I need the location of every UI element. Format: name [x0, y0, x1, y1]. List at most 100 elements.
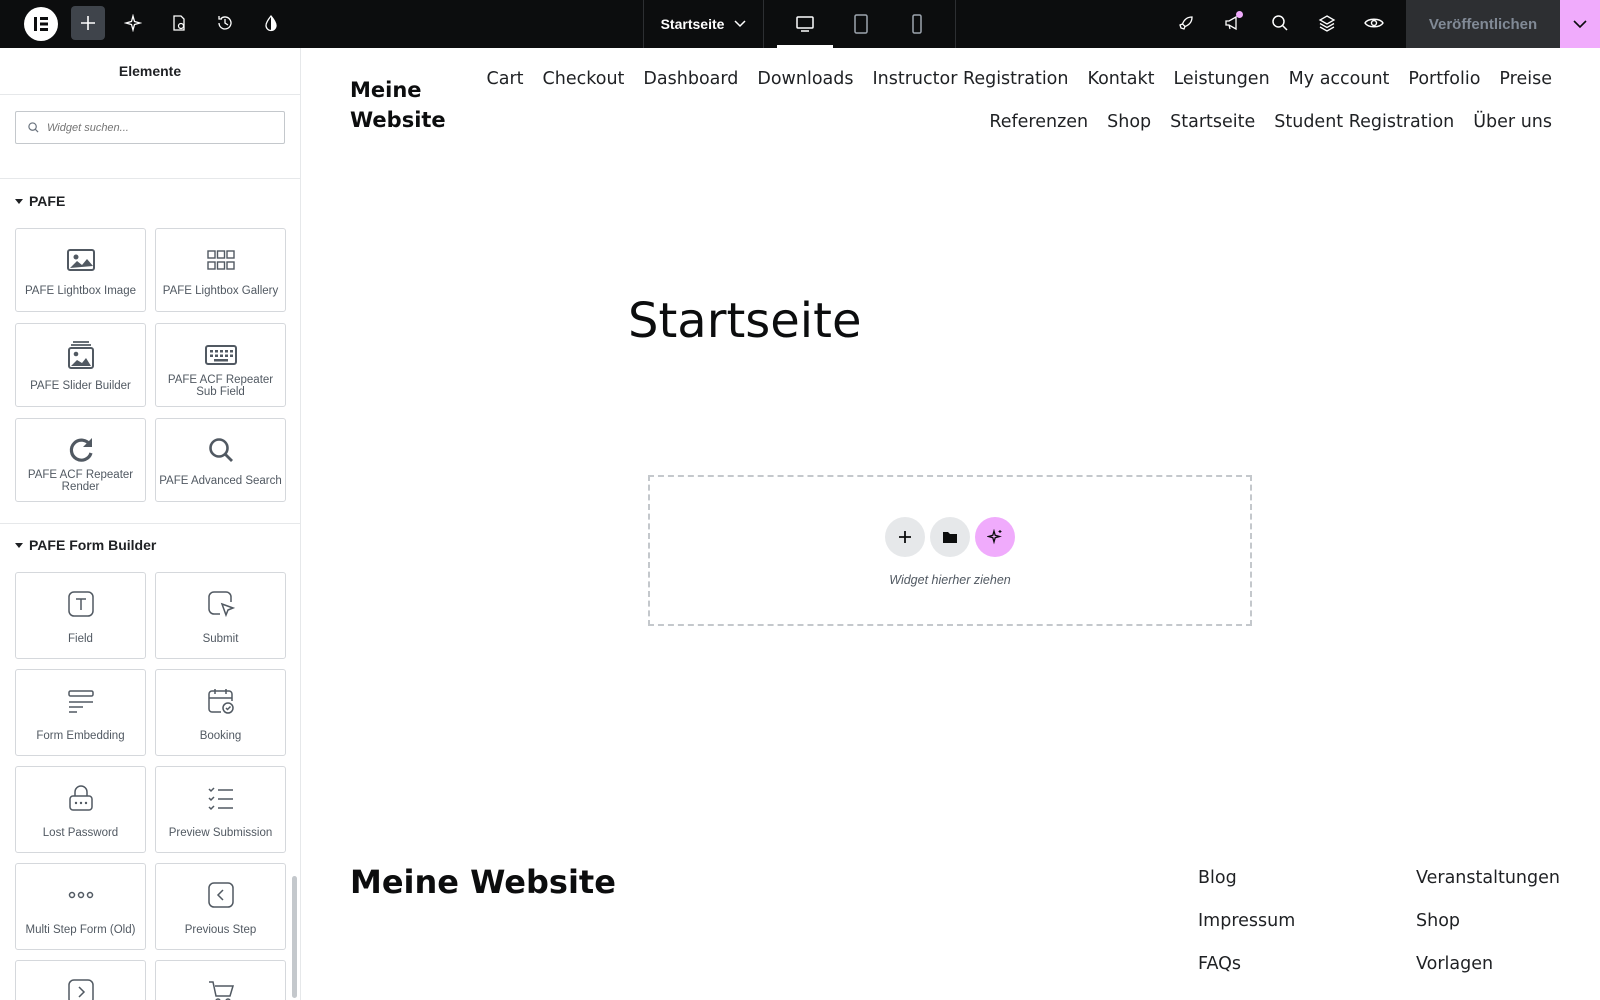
nav-item[interactable]: Shop — [1107, 112, 1151, 132]
preview-eye-icon[interactable] — [1357, 6, 1391, 40]
widget-booking[interactable]: Booking — [155, 669, 286, 756]
widget-label: PAFE Slider Builder — [30, 380, 131, 392]
footer-link[interactable]: Shop — [1416, 911, 1560, 931]
nav-item[interactable]: Portfolio — [1408, 69, 1480, 89]
widget-label: Submit — [202, 633, 239, 645]
structure-layers-icon[interactable] — [1310, 6, 1344, 40]
site-settings-drop-icon[interactable] — [254, 6, 288, 40]
widget-label: Booking — [199, 730, 242, 742]
category-pafe-form-builder-toggle[interactable]: PAFE Form Builder — [15, 537, 156, 553]
widget-pafe-acf-repeater-sub-field[interactable]: PAFE ACF Repeater Sub Field — [155, 323, 286, 407]
cart-icon — [208, 981, 234, 1000]
gallery-grid-icon — [206, 250, 235, 270]
widget-form-embedding[interactable]: Form Embedding — [15, 669, 146, 756]
desktop-icon — [796, 16, 814, 32]
chevron-down-icon — [1573, 19, 1587, 28]
widget-pafe-lightbox-image[interactable]: PAFE Lightbox Image — [15, 228, 146, 312]
add-element-button[interactable] — [71, 6, 105, 40]
panel-scrollbar[interactable] — [292, 876, 297, 998]
nav-item[interactable]: Preise — [1499, 69, 1552, 89]
nav-item[interactable]: Checkout — [543, 69, 625, 89]
history-icon[interactable] — [208, 6, 242, 40]
nav-item[interactable]: Kontakt — [1087, 69, 1154, 89]
widget-pafe-slider-builder[interactable]: PAFE Slider Builder — [15, 323, 146, 407]
widget-preview-submission[interactable]: Preview Submission — [155, 766, 286, 853]
page-selector[interactable]: Startseite — [644, 0, 764, 48]
widget-label: Form Embedding — [36, 730, 125, 742]
widget-pafe-advanced-search[interactable]: PAFE Advanced Search — [155, 418, 286, 502]
widget-pafe-lightbox-gallery[interactable]: PAFE Lightbox Gallery — [155, 228, 286, 312]
publish-button[interactable]: Veröffentlichen — [1406, 0, 1560, 48]
elements-panel: Elemente PAFE PAFE Lightbox Image PAFE L… — [0, 48, 301, 1000]
nav-item[interactable]: Downloads — [757, 69, 853, 89]
widget-field[interactable]: Field — [15, 572, 146, 659]
nav-item[interactable]: Instructor Registration — [872, 69, 1068, 89]
widget-lost-password[interactable]: Lost Password — [15, 766, 146, 853]
widget-multi-step-form-old[interactable]: Multi Step Form (Old) — [15, 863, 146, 950]
lock-icon — [68, 785, 93, 811]
nav-item[interactable]: Startseite — [1170, 112, 1255, 132]
widget-label: Preview Submission — [168, 827, 273, 839]
chevron-left-square-icon — [207, 882, 234, 908]
nav-item[interactable]: Cart — [487, 69, 524, 89]
divider — [0, 178, 300, 179]
widget-label: PAFE Lightbox Image — [24, 285, 136, 297]
category-pafe-toggle[interactable]: PAFE — [15, 193, 65, 209]
widget-label: PAFE ACF Repeater Sub Field — [167, 374, 274, 398]
text-field-icon — [67, 591, 94, 617]
widget-previous-step[interactable]: Previous Step — [155, 863, 286, 950]
widget-cart[interactable] — [155, 960, 286, 1000]
widget-label: PAFE Lightbox Gallery — [162, 285, 279, 297]
mobile-view-button[interactable] — [889, 0, 945, 48]
nav-item[interactable]: Referenzen — [989, 112, 1088, 132]
widget-label: Field — [68, 633, 93, 645]
footer-link[interactable]: Blog — [1198, 868, 1295, 888]
notifications-megaphone-icon[interactable] — [1215, 6, 1249, 40]
nav-item[interactable]: Leistungen — [1173, 69, 1269, 89]
device-switcher: Startseite — [643, 0, 956, 48]
tablet-icon — [854, 14, 868, 34]
category-title: PAFE — [29, 193, 66, 209]
image-icon — [66, 249, 95, 271]
add-section-button[interactable] — [885, 517, 925, 557]
footer-link[interactable]: Impressum — [1198, 911, 1295, 931]
page-heading[interactable]: Startseite — [628, 293, 861, 349]
ai-sparkle-icon[interactable] — [116, 6, 150, 40]
caret-down-icon — [15, 542, 23, 548]
footer-link[interactable]: Vorlagen — [1416, 954, 1560, 974]
widget-search[interactable] — [15, 111, 285, 144]
nav-item[interactable]: Dashboard — [643, 69, 738, 89]
widget-submit[interactable]: Submit — [155, 572, 286, 659]
footer-link[interactable]: Veranstaltungen — [1416, 868, 1560, 888]
nav-item[interactable]: My account — [1289, 69, 1390, 89]
ai-generate-button[interactable] — [975, 517, 1015, 557]
main-nav-row-1: Cart Checkout Dashboard Downloads Instru… — [487, 69, 1552, 89]
widget-label: Previous Step — [184, 924, 257, 936]
publish-options-button[interactable] — [1560, 0, 1600, 48]
footer-site-title[interactable]: Meine Website — [350, 863, 616, 901]
form-lines-icon — [67, 690, 94, 713]
divider — [0, 523, 300, 524]
widget-pafe-acf-repeater-render[interactable]: PAFE ACF Repeater Render — [15, 418, 146, 502]
widget-drop-zone[interactable]: Widget hierher ziehen — [648, 475, 1252, 626]
elementor-logo-icon[interactable] — [24, 7, 58, 41]
tablet-view-button[interactable] — [833, 0, 889, 48]
nav-item[interactable]: Über uns — [1473, 112, 1552, 132]
keyboard-icon — [204, 345, 237, 365]
footer-link[interactable]: FAQs — [1198, 954, 1295, 974]
nav-item[interactable]: Student Registration — [1274, 112, 1454, 132]
category-title: PAFE Form Builder — [29, 537, 157, 553]
add-template-button[interactable] — [930, 517, 970, 557]
page-name: Startseite — [660, 16, 725, 32]
widget-next-step[interactable] — [15, 960, 146, 1000]
dots-icon — [68, 891, 93, 899]
widget-search-input[interactable] — [47, 121, 267, 134]
finder-search-icon[interactable] — [1263, 6, 1297, 40]
folder-icon — [943, 532, 957, 543]
slider-image-icon — [67, 341, 94, 369]
widget-label: Multi Step Form (Old) — [25, 924, 136, 936]
desktop-view-button[interactable] — [777, 0, 833, 48]
rocket-icon[interactable] — [1169, 6, 1203, 40]
site-title[interactable]: Meine Website — [350, 75, 460, 135]
page-settings-icon[interactable] — [162, 6, 196, 40]
